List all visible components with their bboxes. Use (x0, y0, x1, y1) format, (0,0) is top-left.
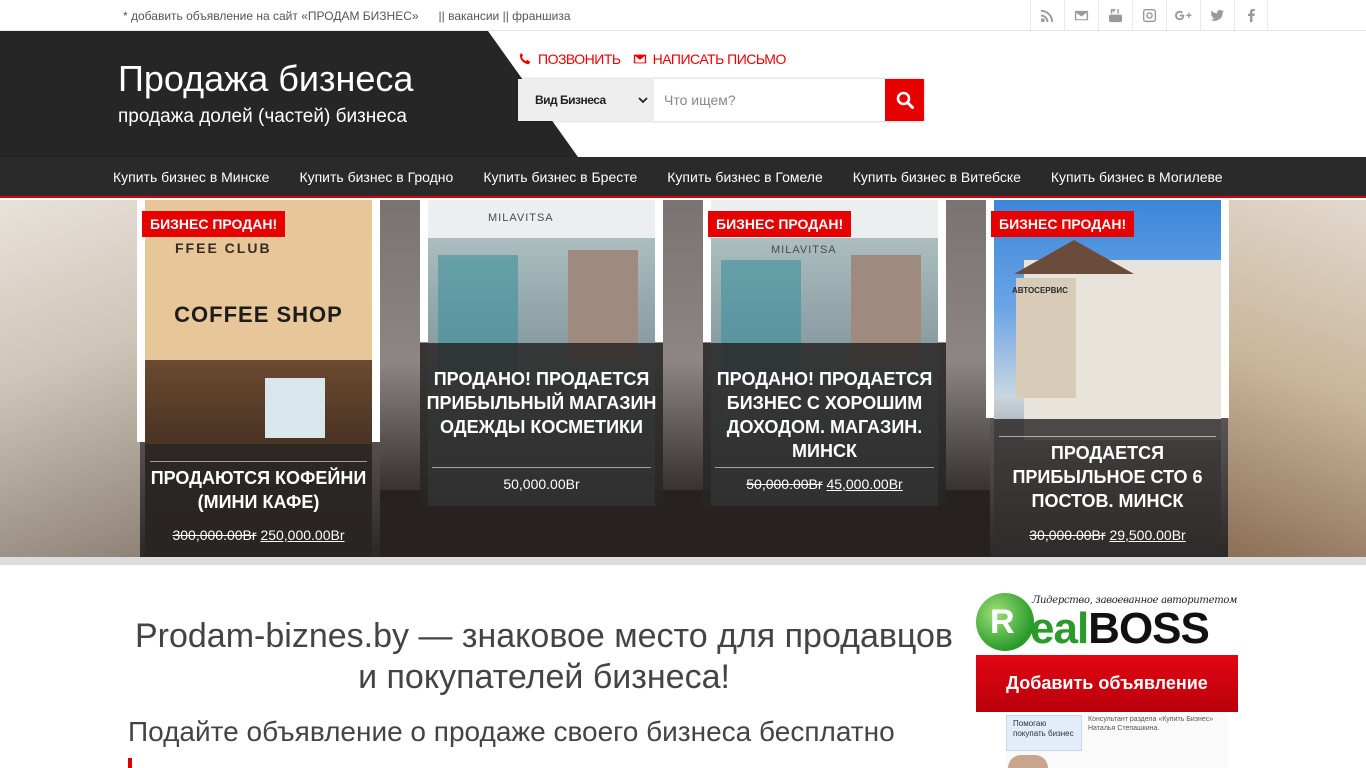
slider-background-right (1228, 200, 1366, 557)
mail-icon[interactable] (1064, 0, 1098, 30)
consultant-text: Консультант раздела «Купить Бизнес» Ната… (1088, 716, 1214, 732)
search-input[interactable] (654, 79, 885, 121)
slide-title[interactable]: ПРОДАЕТСЯ ПРИБЫЛЬНОЕ СТО 6 ПОСТОВ. МИНСК (994, 441, 1221, 513)
new-price: 45,000.00Br (826, 476, 903, 492)
write-label: НАПИСАТЬ ПИСЬМО (652, 51, 787, 67)
logo-wordmark: ealBOSS (1030, 604, 1210, 653)
slide-title[interactable]: ПРОДАНО! ПРОДАЕТСЯ БИЗНЕС С ХОРОШИМ ДОХО… (703, 367, 946, 463)
photo-text: MILAVITSA (488, 212, 554, 224)
consultant-card: Помогаю покупать бизнес Консультант разд… (1006, 713, 1228, 768)
contact-links: ПОЗВОНИТЬ НАПИСАТЬ ПИСЬМО (518, 51, 798, 67)
search-button[interactable] (885, 79, 924, 121)
nav-item-gomel[interactable]: Купить бизнес в Гомеле (652, 157, 837, 196)
youtube-icon[interactable] (1098, 0, 1132, 30)
call-link[interactable]: ПОЗВОНИТЬ (518, 51, 621, 67)
top-bar: * добавить объявление на сайт «ПРОДАМ БИ… (0, 0, 1366, 31)
nav-item-brest[interactable]: Купить бизнес в Бресте (468, 157, 652, 196)
logo-wordmark-boss: BOSS (1088, 604, 1210, 653)
google-plus-icon[interactable] (1166, 0, 1200, 30)
nav-item-mogilev[interactable]: Купить бизнес в Могилеве (1036, 157, 1238, 196)
instagram-icon[interactable] (1132, 0, 1166, 30)
old-price: 30,000.00Br (1029, 527, 1106, 543)
site-subtitle: продажа долей (частей) бизнеса (118, 106, 407, 127)
logo-wordmark-eal: eal (1030, 604, 1089, 653)
old-price: 300,000.00Br (172, 527, 257, 543)
add-listing-button[interactable]: Добавить объявление (976, 655, 1238, 712)
slide-price: 30,000.00Br 29,500.00Br (994, 527, 1221, 543)
slide-caption: ПРОДАНО! ПРОДАЕТСЯ БИЗНЕС С ХОРОШИМ ДОХО… (703, 343, 946, 506)
slide-caption: ПРОДАЕТСЯ ПРИБЫЛЬНОЕ СТО 6 ПОСТОВ. МИНСК… (994, 419, 1221, 557)
vacancies-franchise-link[interactable]: || вакансии || франшиза (439, 9, 571, 23)
realboss-logo: R Лидерство, завоеванное авторитетом eal… (976, 591, 1238, 655)
slide-price: 50,000.00Br 45,000.00Br (703, 476, 946, 492)
envelope-icon (633, 54, 646, 64)
sold-badge: БИЗНЕС ПРОДАН! (991, 211, 1135, 237)
business-type-value: Вид Бизнеса (535, 93, 606, 107)
site-title[interactable]: Продажа бизнеса (118, 58, 413, 100)
consultant-box: Помогаю покупать бизнес (1006, 715, 1082, 751)
sold-badge: БИЗНЕС ПРОДАН! (142, 211, 286, 237)
social-links (1030, 0, 1268, 30)
slide-title[interactable]: ПРОДАЮТСЯ КОФЕЙНИ (МИНИ КАФЕ) (145, 466, 372, 514)
welcome-heading: Prodam-biznes.by — знаковое место для пр… (134, 617, 953, 696)
rss-icon[interactable] (1030, 0, 1064, 30)
section-divider (0, 557, 1366, 565)
photo-text: COFFEE SHOP (174, 302, 343, 327)
business-type-select[interactable]: Вид Бизнеса (518, 79, 654, 121)
photo-text: FFEE CLUB (175, 240, 272, 256)
new-price: 250,000.00Br (260, 527, 345, 543)
search-icon (896, 91, 914, 109)
chevron-down-icon (638, 97, 648, 104)
nav-item-minsk[interactable]: Купить бизнес в Минске (98, 157, 284, 196)
twitter-icon[interactable] (1200, 0, 1234, 30)
facebook-icon[interactable] (1234, 0, 1268, 30)
main-nav: Купить бизнес в Минске Купить бизнес в Г… (0, 157, 1366, 198)
site-header: Продажа бизнеса продажа долей (частей) б… (0, 31, 1366, 157)
consultant-avatar (1008, 755, 1048, 768)
logo-letter: R (990, 603, 1015, 641)
write-link[interactable]: НАПИСАТЬ ПИСЬМО (633, 51, 786, 67)
photo-text: АВТОСЕРВИС (1012, 286, 1068, 295)
call-label: ПОЗВОНИТЬ (538, 51, 621, 67)
slide-caption: ПРОДАЮТСЯ КОФЕЙНИ (МИНИ КАФЕ) 300,000.00… (145, 444, 372, 557)
nav-item-vitebsk[interactable]: Купить бизнес в Витебске (838, 157, 1036, 196)
free-listing-heading: Подайте объявление о продаже своего бизн… (128, 716, 895, 747)
add-listing-link[interactable]: * добавить объявление на сайт «ПРОДАМ БИ… (123, 9, 419, 23)
slide-title[interactable]: ПРОДАНО! ПРОДАЕТСЯ ПРИБЫЛЬНЫЙ МАГАЗИН ОД… (420, 367, 663, 439)
slide-caption: ПРОДАНО! ПРОДАЕТСЯ ПРИБЫЛЬНЫЙ МАГАЗИН ОД… (420, 343, 663, 506)
nav-item-grodno[interactable]: Купить бизнес в Гродно (284, 157, 468, 196)
slide-price: 300,000.00Br 250,000.00Br (145, 527, 372, 543)
slide-price: 50,000.00Br (503, 476, 580, 492)
realboss-banner[interactable]: R Лидерство, завоеванное авторитетом eal… (976, 591, 1238, 768)
slider-background-left (0, 200, 140, 557)
red-accent-bar (128, 758, 132, 768)
phone-icon (519, 52, 531, 65)
search-form: Вид Бизнеса (518, 79, 924, 121)
photo-text: MILAVITSA (771, 244, 837, 256)
new-price: 29,500.00Br (1109, 527, 1186, 543)
sold-badge: БИЗНЕС ПРОДАН! (708, 211, 852, 237)
old-price: 50,000.00Br (746, 476, 823, 492)
top-links: * добавить объявление на сайт «ПРОДАМ БИ… (123, 0, 591, 31)
